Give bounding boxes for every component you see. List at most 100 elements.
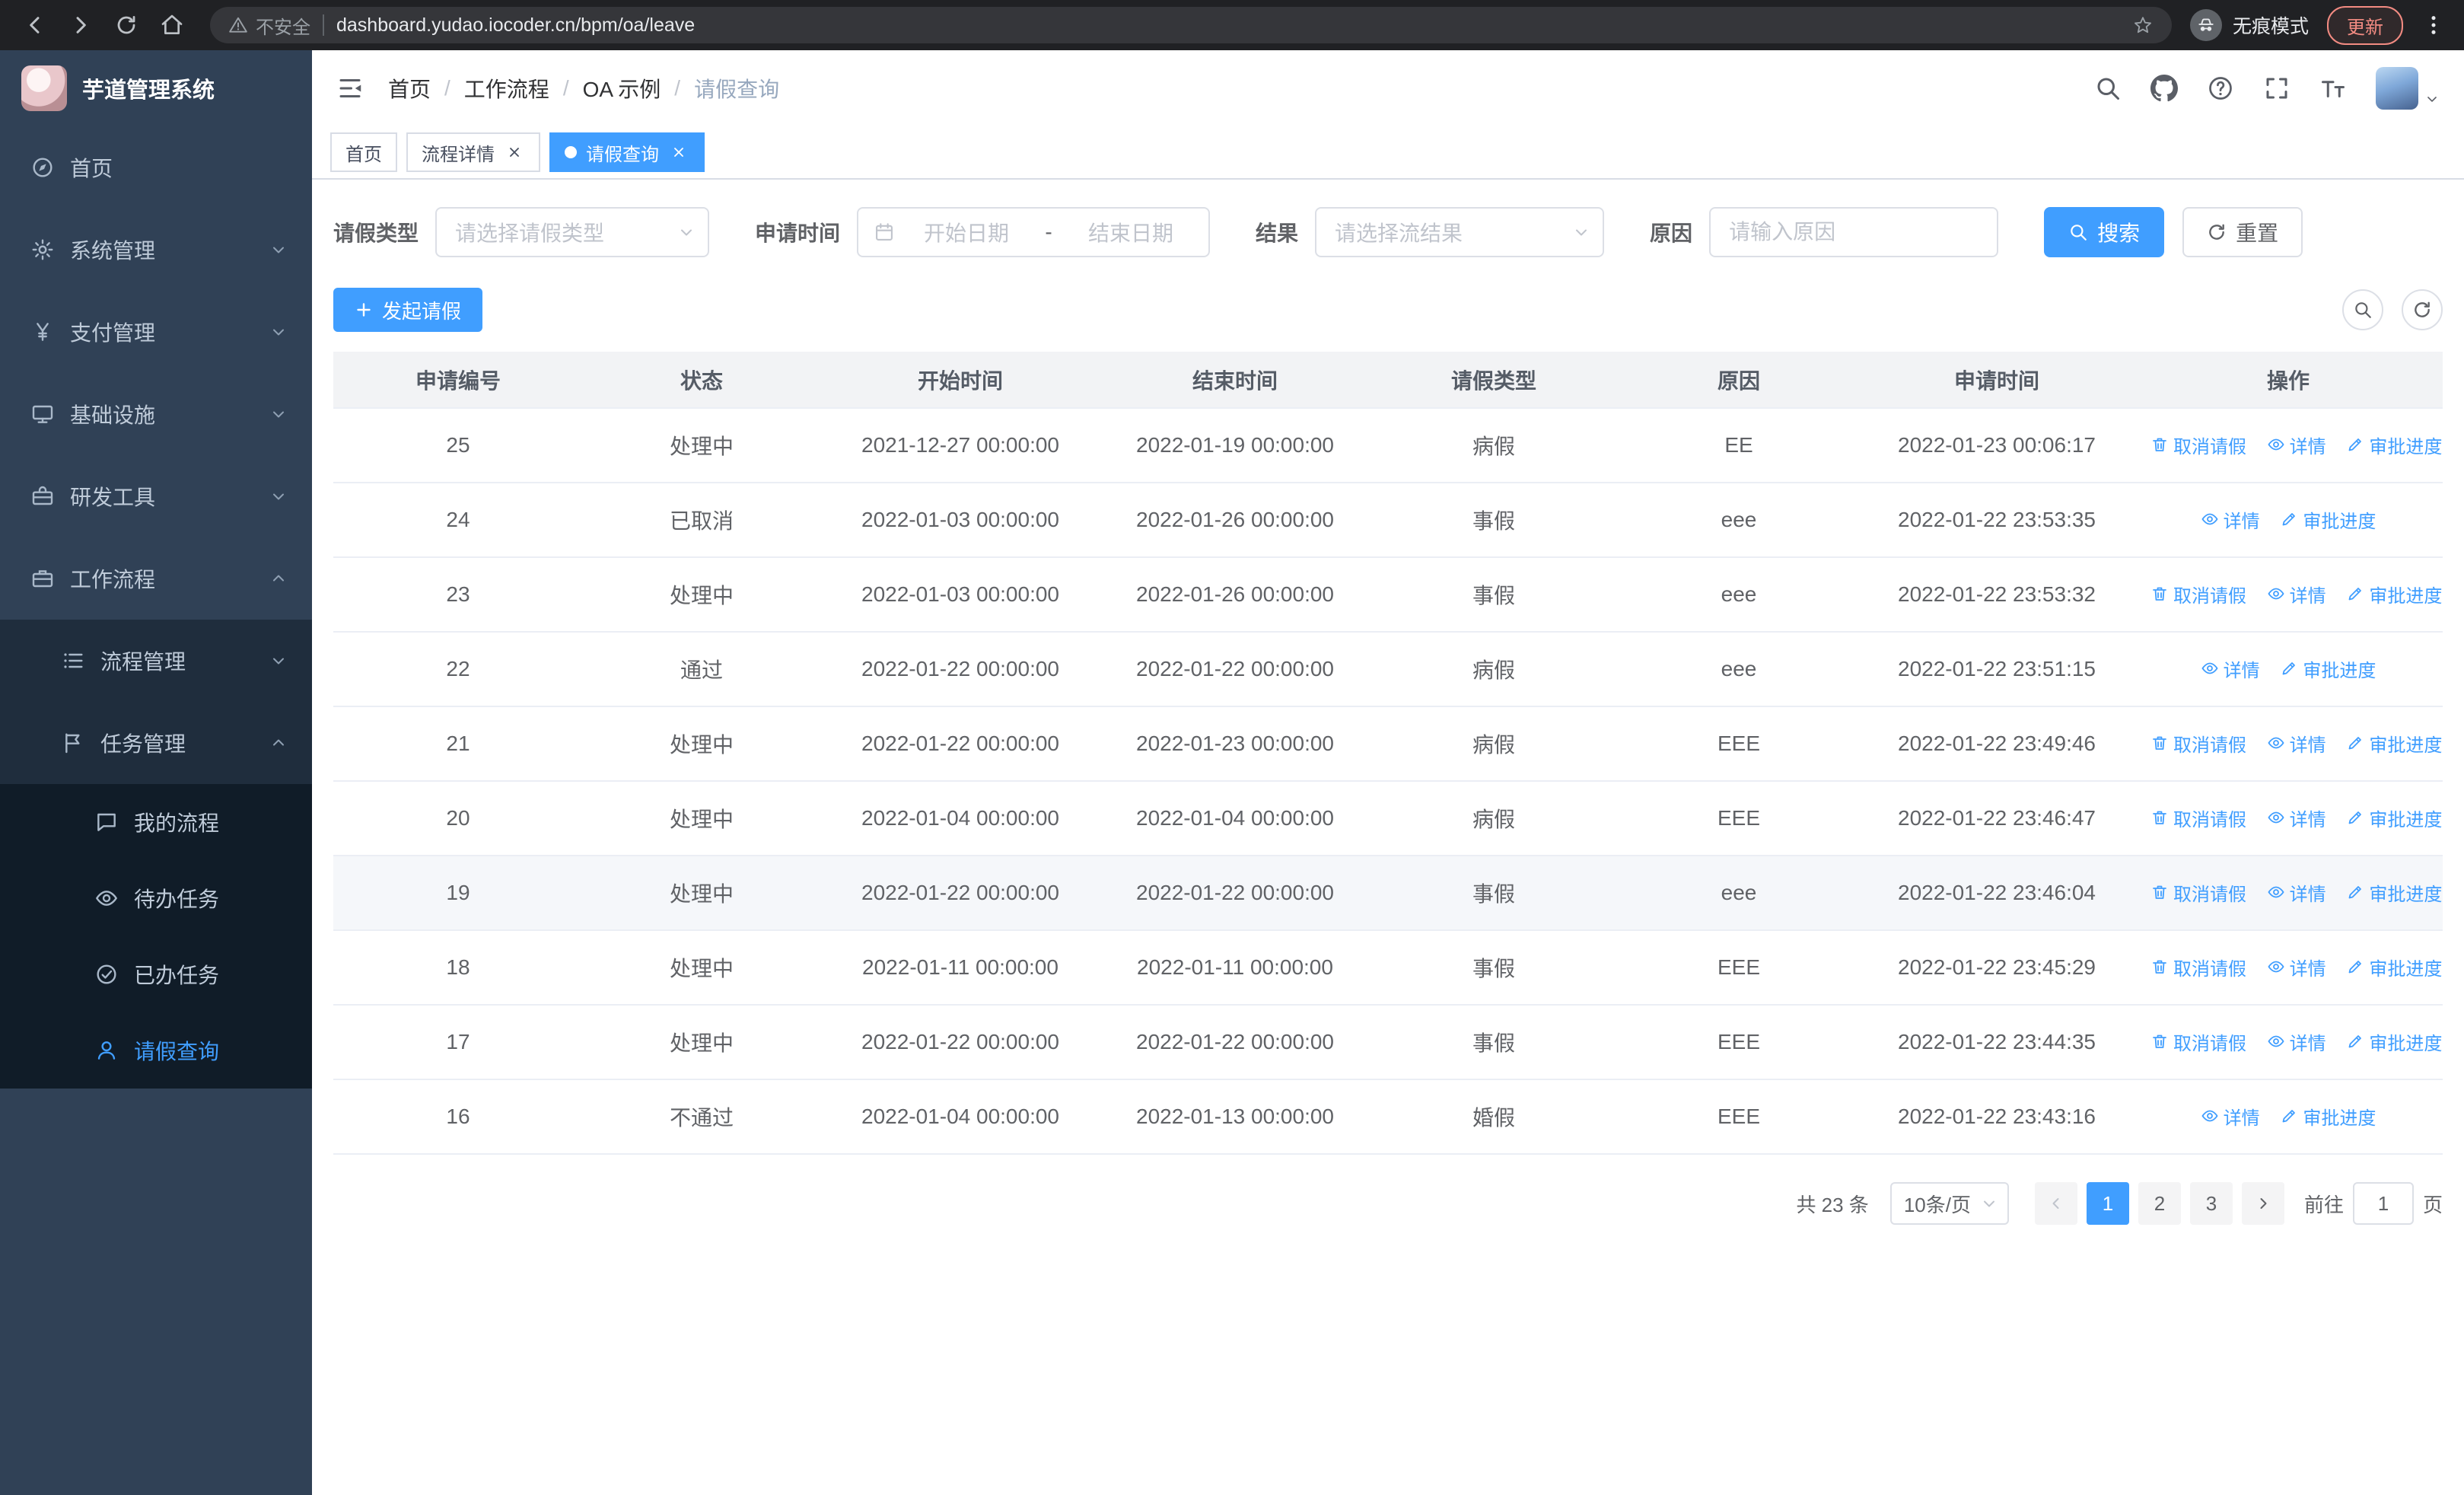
cell-start-time: 2022-01-22 00:00:00 bbox=[820, 632, 1100, 707]
detail-link[interactable]: 详情 bbox=[2267, 805, 2326, 831]
browser-menu-icon[interactable] bbox=[2421, 13, 2446, 37]
sidebar-item-my-process[interactable]: 我的流程 bbox=[0, 784, 312, 860]
approval-progress-link[interactable]: 审批进度 bbox=[2346, 879, 2442, 906]
search-icon bbox=[2068, 222, 2088, 242]
cell-end-time: 2022-01-23 00:00:00 bbox=[1100, 706, 1370, 782]
sidebar-collapse-icon[interactable] bbox=[336, 75, 364, 102]
browser-home-icon[interactable] bbox=[152, 5, 192, 45]
apply-time-range-picker[interactable]: 开始日期 - 结束日期 bbox=[857, 207, 1211, 257]
leave-type-select[interactable]: 请选择请假类型 bbox=[435, 207, 710, 257]
app-title: 芋道管理系统 bbox=[82, 78, 215, 103]
cell-leave-type: 事假 bbox=[1370, 856, 1618, 931]
trash-icon bbox=[2150, 883, 2169, 901]
approval-progress-link[interactable]: 审批进度 bbox=[2346, 432, 2442, 458]
page-button-1[interactable]: 1 bbox=[2086, 1182, 2129, 1225]
page-button-2[interactable]: 2 bbox=[2138, 1182, 2181, 1225]
breadcrumb-separator: / bbox=[562, 76, 569, 100]
browser-reload-icon[interactable] bbox=[107, 5, 146, 45]
refresh-table-icon[interactable] bbox=[2402, 289, 2443, 330]
sidebar-item-workflow[interactable]: 工作流程 bbox=[0, 537, 312, 620]
browser-forward-icon[interactable] bbox=[61, 5, 100, 45]
reset-button[interactable]: 重置 bbox=[2182, 207, 2303, 257]
create-leave-button[interactable]: 发起请假 bbox=[333, 288, 483, 332]
close-icon[interactable] bbox=[504, 142, 525, 163]
prev-page-button[interactable] bbox=[2034, 1182, 2077, 1225]
page-size-select[interactable]: 10条/页 bbox=[1889, 1182, 2009, 1225]
reason-input[interactable] bbox=[1729, 220, 1979, 244]
close-icon[interactable] bbox=[668, 142, 689, 163]
user-menu[interactable] bbox=[2376, 67, 2440, 110]
eye-icon bbox=[94, 886, 119, 910]
cancel-leave-link[interactable]: 取消请假 bbox=[2150, 954, 2246, 980]
text-size-icon[interactable] bbox=[2319, 75, 2347, 102]
approval-progress-link[interactable]: 审批进度 bbox=[2280, 506, 2376, 533]
sidebar-item-home[interactable]: 首页 bbox=[0, 126, 312, 209]
tab-home[interactable]: 首页 bbox=[330, 132, 397, 172]
github-icon[interactable] bbox=[2150, 75, 2178, 102]
detail-link[interactable]: 详情 bbox=[2201, 655, 2260, 682]
sidebar-item-task-management[interactable]: 任务管理 bbox=[0, 702, 312, 784]
chevron-down-icon bbox=[269, 405, 288, 423]
search-button[interactable]: 搜索 bbox=[2044, 207, 2165, 257]
eye-icon bbox=[2267, 585, 2285, 603]
approval-progress-link[interactable]: 审批进度 bbox=[2346, 1028, 2442, 1055]
table-row: 21 处理中 2022-01-22 00:00:00 2022-01-23 00… bbox=[333, 706, 2443, 782]
cancel-leave-link[interactable]: 取消请假 bbox=[2150, 879, 2246, 906]
result-select[interactable]: 请选择流结果 bbox=[1315, 207, 1605, 257]
chevron-down-icon bbox=[269, 241, 288, 259]
detail-link[interactable]: 详情 bbox=[2201, 506, 2260, 533]
header-search-icon[interactable] bbox=[2094, 75, 2122, 102]
cell-reason: EEE bbox=[1618, 1005, 1860, 1080]
cancel-leave-link[interactable]: 取消请假 bbox=[2150, 805, 2246, 831]
sidebar-item-pending-tasks[interactable]: 待办任务 bbox=[0, 860, 312, 936]
avatar[interactable] bbox=[2376, 67, 2418, 110]
browser-back-icon[interactable] bbox=[15, 5, 55, 45]
sidebar-item-system-management[interactable]: 系统管理 bbox=[0, 209, 312, 291]
cancel-leave-link[interactable]: 取消请假 bbox=[2150, 581, 2246, 607]
approval-progress-link[interactable]: 审批进度 bbox=[2280, 655, 2376, 682]
breadcrumb: 首页 / 工作流程 / OA 示例 / 请假查询 bbox=[388, 73, 779, 104]
cell-apply-time: 2022-01-22 23:53:35 bbox=[1860, 483, 2134, 558]
approval-progress-link[interactable]: 审批进度 bbox=[2346, 581, 2442, 607]
sidebar-item-dev-tools[interactable]: 研发工具 bbox=[0, 455, 312, 537]
next-page-button[interactable] bbox=[2241, 1182, 2284, 1225]
detail-link[interactable]: 详情 bbox=[2267, 879, 2326, 906]
detail-link[interactable]: 详情 bbox=[2267, 581, 2326, 607]
cancel-leave-link[interactable]: 取消请假 bbox=[2150, 1028, 2246, 1055]
approval-progress-link[interactable]: 审批进度 bbox=[2346, 954, 2442, 980]
sidebar-item-payment-management[interactable]: 支付管理 bbox=[0, 291, 312, 373]
detail-link[interactable]: 详情 bbox=[2267, 1028, 2326, 1055]
page-button-3[interactable]: 3 bbox=[2189, 1182, 2233, 1225]
cancel-leave-link[interactable]: 取消请假 bbox=[2150, 730, 2246, 757]
help-icon[interactable] bbox=[2207, 75, 2234, 102]
tags-view: 首页 流程详情 请假查询 bbox=[312, 126, 2464, 180]
breadcrumb-item-home[interactable]: 首页 bbox=[388, 73, 431, 104]
approval-progress-link[interactable]: 审批进度 bbox=[2280, 1103, 2376, 1130]
tab-process-detail[interactable]: 流程详情 bbox=[406, 132, 540, 172]
security-indicator[interactable]: 不安全 bbox=[228, 12, 310, 39]
approval-progress-link[interactable]: 审批进度 bbox=[2346, 805, 2442, 831]
col-header-leave-type: 请假类型 bbox=[1370, 352, 1618, 409]
show-search-icon[interactable] bbox=[2342, 289, 2383, 330]
cell-apply-no: 24 bbox=[333, 483, 583, 558]
tab-leave-query[interactable]: 请假查询 bbox=[549, 132, 705, 172]
sidebar-item-infrastructure[interactable]: 基础设施 bbox=[0, 373, 312, 455]
sidebar-item-process-management[interactable]: 流程管理 bbox=[0, 620, 312, 702]
sidebar-item-done-tasks[interactable]: 已办任务 bbox=[0, 936, 312, 1012]
sidebar-item-leave-query[interactable]: 请假查询 bbox=[0, 1012, 312, 1089]
detail-link[interactable]: 详情 bbox=[2267, 730, 2326, 757]
address-bar[interactable]: 不安全 dashboard.yudao.iocoder.cn/bpm/oa/le… bbox=[210, 7, 2172, 43]
bookmark-star-icon[interactable] bbox=[2132, 14, 2154, 36]
detail-link[interactable]: 详情 bbox=[2267, 954, 2326, 980]
detail-link[interactable]: 详情 bbox=[2267, 432, 2326, 458]
goto-page-input[interactable] bbox=[2352, 1182, 2414, 1225]
cancel-leave-link[interactable]: 取消请假 bbox=[2150, 432, 2246, 458]
edit-icon bbox=[2346, 808, 2364, 827]
fullscreen-icon[interactable] bbox=[2263, 75, 2291, 102]
detail-link[interactable]: 详情 bbox=[2201, 1103, 2260, 1130]
cell-leave-type: 病假 bbox=[1370, 706, 1618, 782]
col-header-reason: 原因 bbox=[1618, 352, 1860, 409]
approval-progress-link[interactable]: 审批进度 bbox=[2346, 730, 2442, 757]
chevron-up-icon bbox=[269, 569, 288, 588]
update-button[interactable]: 更新 bbox=[2327, 5, 2403, 45]
